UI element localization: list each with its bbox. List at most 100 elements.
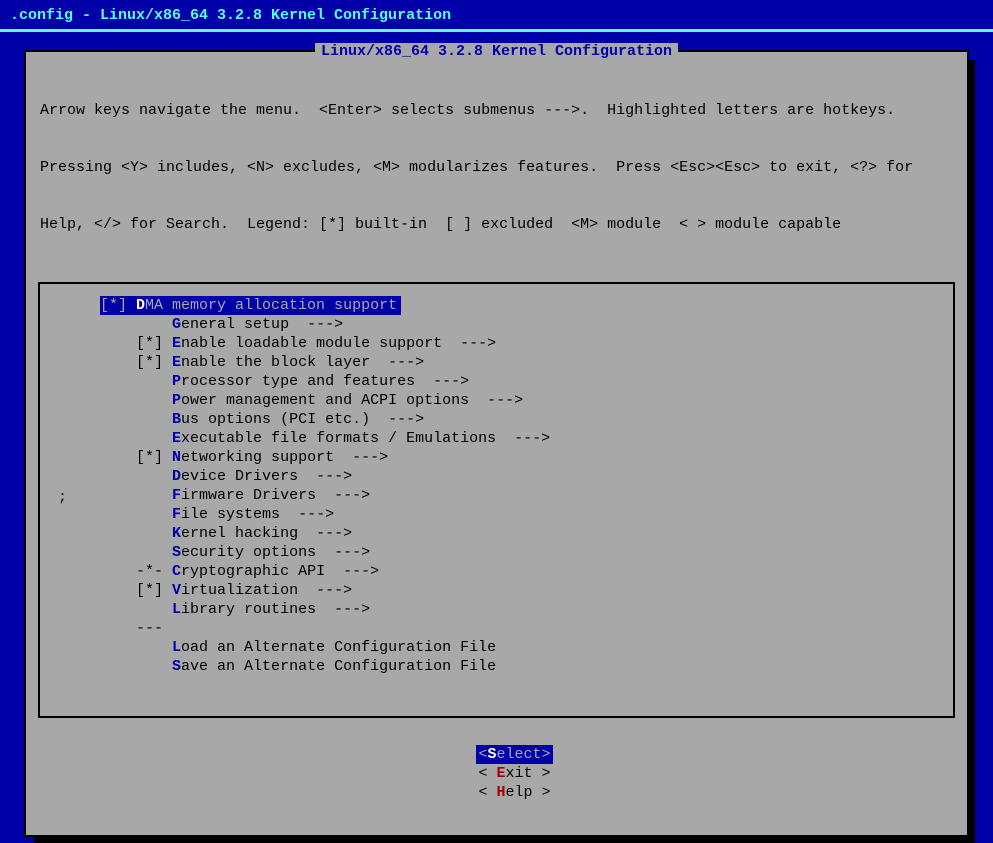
menu-state: [*] bbox=[136, 449, 172, 466]
menu-label: ower management and ACPI options ---> bbox=[181, 392, 523, 409]
menu-item[interactable]: File systems ---> bbox=[40, 505, 953, 524]
menu-state bbox=[136, 525, 172, 542]
menu-item[interactable]: [*] Virtualization ---> bbox=[40, 581, 953, 600]
menu-state bbox=[136, 506, 172, 523]
menu-hotkey: L bbox=[172, 639, 181, 656]
menu-state: [*] bbox=[136, 582, 172, 599]
menu-state: [*] bbox=[136, 354, 172, 371]
menu-item[interactable]: -*- Cryptographic API ---> bbox=[40, 562, 953, 581]
menu-item[interactable]: General setup ---> bbox=[40, 315, 953, 334]
menu-hotkey: G bbox=[172, 316, 181, 333]
menu-label: ernel hacking ---> bbox=[181, 525, 352, 542]
menu-indent bbox=[100, 525, 136, 542]
menu-indent bbox=[100, 354, 136, 371]
menu-item[interactable]: [*] Enable the block layer ---> bbox=[40, 353, 953, 372]
main-dialog: Linux/x86_64 3.2.8 Kernel Configuration … bbox=[24, 50, 969, 837]
panel-title-row: Linux/x86_64 3.2.8 Kernel Configuration bbox=[36, 42, 957, 61]
menu-hotkey: P bbox=[172, 392, 181, 409]
menu-label: xecutable file formats / Emulations ---> bbox=[181, 430, 550, 447]
dialog-shadow-bottom bbox=[34, 835, 975, 843]
menu-indent bbox=[100, 392, 136, 409]
menu-item[interactable]: [*] DMA memory allocation support bbox=[100, 296, 401, 315]
help-line: Help, </> for Search. Legend: [*] built-… bbox=[40, 215, 953, 234]
menu-label: eneral setup ---> bbox=[181, 316, 343, 333]
menu-state bbox=[136, 639, 172, 656]
menu-state: [*] bbox=[100, 297, 136, 314]
menu-indent bbox=[100, 639, 136, 656]
menu-indent bbox=[100, 335, 136, 352]
menu-item[interactable]: Executable file formats / Emulations ---… bbox=[40, 429, 953, 448]
menu-hotkey: D bbox=[172, 468, 181, 485]
menu-hotkey: L bbox=[172, 601, 181, 618]
menu-state bbox=[136, 430, 172, 447]
menu-state bbox=[136, 544, 172, 561]
menu-label: etworking support ---> bbox=[181, 449, 388, 466]
menu-item[interactable]: Library routines ---> bbox=[40, 600, 953, 619]
menu-item[interactable]: Firmware Drivers ---> bbox=[40, 486, 953, 505]
menu-state: --- bbox=[136, 620, 172, 637]
menu-state bbox=[136, 392, 172, 409]
menu-item[interactable]: [*] Networking support ---> bbox=[40, 448, 953, 467]
menu-hotkey: K bbox=[172, 525, 181, 542]
menu-hotkey: D bbox=[136, 297, 145, 314]
exit-button[interactable]: < Exit > bbox=[478, 764, 550, 783]
help-button[interactable]: < Help > bbox=[478, 783, 550, 802]
menu-indent bbox=[100, 506, 136, 523]
menu-hotkey: V bbox=[172, 582, 181, 599]
menu-indent bbox=[100, 316, 136, 333]
menu-label: ave an Alternate Configuration File bbox=[181, 658, 496, 675]
menu-label: nable the block layer ---> bbox=[181, 354, 424, 371]
stray-char: ; bbox=[58, 488, 67, 507]
menu-state: -*- bbox=[136, 563, 172, 580]
menu-label: nable loadable module support ---> bbox=[181, 335, 496, 352]
menu-item[interactable]: Bus options (PCI etc.) ---> bbox=[40, 410, 953, 429]
menu-item[interactable]: Device Drivers ---> bbox=[40, 467, 953, 486]
menu-indent bbox=[100, 430, 136, 447]
menu-state: [*] bbox=[136, 335, 172, 352]
menu-indent bbox=[100, 449, 136, 466]
menu-indent bbox=[100, 411, 136, 428]
menu-indent bbox=[100, 658, 136, 675]
menu-hotkey: P bbox=[172, 373, 181, 390]
menu-label: evice Drivers ---> bbox=[181, 468, 352, 485]
button-row: <Select> < Exit > < Help > bbox=[36, 726, 957, 821]
menu-label: irtualization ---> bbox=[181, 582, 352, 599]
menu-hotkey: E bbox=[172, 354, 181, 371]
menu-item[interactable]: --- bbox=[40, 619, 953, 638]
menu-hotkey: F bbox=[172, 506, 181, 523]
menu-label: oad an Alternate Configuration File bbox=[181, 639, 496, 656]
menu-state bbox=[136, 411, 172, 428]
menu-indent bbox=[100, 487, 136, 504]
menu-label: irmware Drivers ---> bbox=[181, 487, 370, 504]
select-button[interactable]: <Select> bbox=[476, 745, 552, 764]
menu-state bbox=[136, 601, 172, 618]
menu-item[interactable]: Kernel hacking ---> bbox=[40, 524, 953, 543]
menu-hotkey: S bbox=[172, 544, 181, 561]
menu-label: ibrary routines ---> bbox=[181, 601, 370, 618]
menu-item[interactable]: Processor type and features ---> bbox=[40, 372, 953, 391]
help-text: Arrow keys navigate the menu. <Enter> se… bbox=[36, 63, 957, 278]
menu-hotkey: B bbox=[172, 411, 181, 428]
menu-indent bbox=[100, 601, 136, 618]
menu-item[interactable]: Load an Alternate Configuration File bbox=[40, 638, 953, 657]
menu-state bbox=[136, 468, 172, 485]
menu-label: ecurity options ---> bbox=[181, 544, 370, 561]
help-line: Pressing <Y> includes, <N> excludes, <M>… bbox=[40, 158, 953, 177]
menu-item[interactable]: Security options ---> bbox=[40, 543, 953, 562]
menu-hotkey: E bbox=[172, 335, 181, 352]
menu-label: ryptographic API ---> bbox=[181, 563, 379, 580]
menu-hotkey: F bbox=[172, 487, 181, 504]
window-title: .config - Linux/x86_64 3.2.8 Kernel Conf… bbox=[0, 0, 993, 29]
menu-indent bbox=[100, 563, 136, 580]
help-line: Arrow keys navigate the menu. <Enter> se… bbox=[40, 101, 953, 120]
menu-label: rocessor type and features ---> bbox=[181, 373, 469, 390]
panel-title: Linux/x86_64 3.2.8 Kernel Configuration bbox=[315, 43, 678, 60]
menu-item[interactable]: [*] Enable loadable module support ---> bbox=[40, 334, 953, 353]
menu-item[interactable]: Save an Alternate Configuration File bbox=[40, 657, 953, 676]
dialog-shadow-right bbox=[967, 60, 975, 843]
menu-item[interactable]: Power management and ACPI options ---> bbox=[40, 391, 953, 410]
menu-list: [*] DMA memory allocation support Genera… bbox=[38, 282, 955, 718]
menu-hotkey: N bbox=[172, 449, 181, 466]
menu-label: us options (PCI etc.) ---> bbox=[181, 411, 424, 428]
menu-state bbox=[136, 316, 172, 333]
